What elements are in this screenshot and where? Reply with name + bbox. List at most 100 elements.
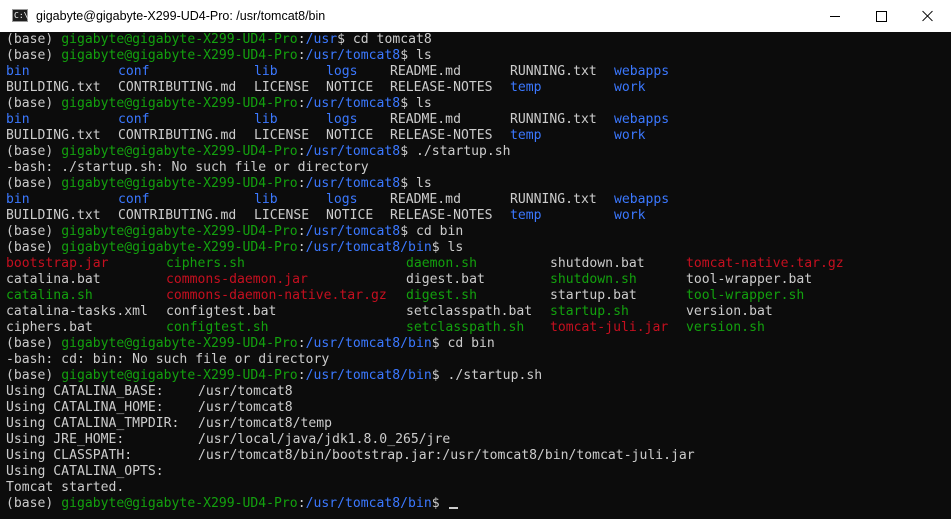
ls-output-row: bin conf lib logs README.md RUNNING.txt webapp… bbox=[6, 64, 951, 80]
ls-entry: webapps bbox=[614, 64, 670, 79]
ls-output-row: catalina-tasks.xml configtest.bat setclass… bbox=[6, 304, 951, 320]
env-label: Using CATALINA_HOME: bbox=[6, 400, 164, 415]
ls-entry: conf bbox=[118, 64, 150, 79]
ls-output-row: BUILDING.txt CONTRIBUTING.md LICENSE NOTICE… bbox=[6, 80, 951, 96]
ls-entry: BUILDING.txt bbox=[6, 128, 101, 143]
env-label: Using CATALINA_BASE: bbox=[6, 384, 164, 399]
prompt-line: (base) gigabyte@gigabyte-X299-UD4-Pro:/u… bbox=[6, 48, 951, 64]
prompt-dollar: $ bbox=[337, 32, 353, 47]
ls-entry: version.sh bbox=[686, 320, 765, 335]
title-bar[interactable]: C:\ gigabyte@gigabyte-X299-UD4-Pro: /usr… bbox=[0, 0, 951, 32]
ls-output-row: bin conf lib logs README.md RUNNING.txt webapp… bbox=[6, 112, 951, 128]
close-icon bbox=[922, 10, 934, 22]
ls-entry: daemon.sh bbox=[406, 256, 477, 271]
ls-entry: NOTICE bbox=[326, 208, 374, 223]
prompt-dollar: $ bbox=[431, 336, 448, 351]
prompt-path: /usr/tomcat8 bbox=[305, 48, 401, 63]
close-button[interactable] bbox=[905, 0, 951, 32]
ls-entry: bootstrap.jar bbox=[6, 256, 109, 271]
prompt-colon: : bbox=[297, 96, 306, 111]
startup-output-line: Using CATALINA_BASE: /usr/tomcat8 bbox=[6, 384, 951, 400]
ls-entry: tomcat-juli.jar bbox=[550, 320, 669, 335]
prompt-line-active[interactable]: (base) gigabyte@gigabyte-X299-UD4-Pro:/u… bbox=[6, 496, 951, 512]
minimize-button[interactable] bbox=[812, 0, 858, 32]
error-text: -bash: cd: bin: No such file or director… bbox=[6, 352, 330, 367]
prompt-env: (base) bbox=[6, 496, 62, 511]
prompt-user-host: gigabyte@gigabyte-X299-UD4-Pro bbox=[61, 496, 298, 511]
prompt-dollar: $ bbox=[431, 368, 448, 383]
terminal-window: C:\ gigabyte@gigabyte-X299-UD4-Pro: /usr… bbox=[0, 0, 951, 519]
env-value: /usr/tomcat8/temp bbox=[198, 416, 333, 431]
prompt-path: /usr/tomcat8/bin bbox=[305, 368, 432, 383]
command-text: ./startup.sh bbox=[447, 368, 543, 383]
ls-entry: digest.sh bbox=[406, 288, 477, 303]
command-text: ls bbox=[415, 96, 432, 111]
prompt-line: (base) gigabyte@gigabyte-X299-UD4-Pro:/u… bbox=[6, 176, 951, 192]
ls-entry: logs bbox=[326, 192, 358, 207]
command-text: cd bin bbox=[415, 224, 464, 239]
ls-entry: RELEASE-NOTES bbox=[390, 208, 493, 223]
prompt-colon: : bbox=[297, 48, 306, 63]
ls-entry: startup.sh bbox=[550, 304, 629, 319]
ls-entry: setclasspath.bat bbox=[406, 304, 533, 319]
prompt-colon: : bbox=[297, 224, 306, 239]
ls-entry: catalina-tasks.xml bbox=[6, 304, 148, 319]
ls-entry: NOTICE bbox=[326, 128, 374, 143]
command-text: cd tomcat8 bbox=[352, 32, 432, 47]
ls-entry: RUNNING.txt bbox=[510, 112, 597, 127]
window-title: gigabyte@gigabyte-X299-UD4-Pro: /usr/tom… bbox=[36, 9, 326, 23]
ls-entry: configtest.sh bbox=[166, 320, 269, 335]
ls-entry: RELEASE-NOTES bbox=[390, 128, 493, 143]
ls-entry: lib bbox=[254, 112, 278, 127]
prompt-user-host: gigabyte@gigabyte-X299-UD4-Pro bbox=[61, 336, 298, 351]
prompt-user-host: gigabyte@gigabyte-X299-UD4-Pro bbox=[61, 176, 298, 191]
ls-entry: logs bbox=[326, 112, 358, 127]
ls-entry: LICENSE bbox=[254, 128, 310, 143]
prompt-env: (base) bbox=[6, 144, 62, 159]
ls-entry: work bbox=[614, 128, 646, 143]
ls-entry: RELEASE-NOTES bbox=[390, 80, 493, 95]
env-label: Using CATALINA_TMPDIR: bbox=[6, 416, 180, 431]
prompt-line: (base) gigabyte@gigabyte-X299-UD4-Pro:/u… bbox=[6, 240, 951, 256]
prompt-env: (base) bbox=[6, 240, 62, 255]
prompt-dollar: $ bbox=[400, 144, 416, 159]
ls-entry: webapps bbox=[614, 192, 670, 207]
ls-entry: NOTICE bbox=[326, 80, 374, 95]
prompt-line: (base) gigabyte@gigabyte-X299-UD4-Pro:/u… bbox=[6, 144, 951, 160]
prompt-user-host: gigabyte@gigabyte-X299-UD4-Pro bbox=[61, 224, 298, 239]
startup-output-line: Using CATALINA_HOME: /usr/tomcat8 bbox=[6, 400, 951, 416]
ls-entry: commons-daemon-native.tar.gz bbox=[166, 288, 387, 303]
prompt-user-host: gigabyte@gigabyte-X299-UD4-Pro bbox=[61, 368, 298, 383]
env-value: /usr/tomcat8/bin/bootstrap.jar:/usr/tomc… bbox=[198, 448, 695, 463]
ls-output-row: bin conf lib logs README.md RUNNING.txt webapp… bbox=[6, 192, 951, 208]
command-text: ls bbox=[415, 176, 432, 191]
prompt-user-host: gigabyte@gigabyte-X299-UD4-Pro bbox=[61, 144, 298, 159]
prompt-env: (base) bbox=[6, 368, 62, 383]
ls-entry: temp bbox=[510, 208, 542, 223]
prompt-line: (base) gigabyte@gigabyte-X299-UD4-Pro:/u… bbox=[6, 336, 951, 352]
prompt-dollar: $ bbox=[431, 496, 448, 511]
ls-entry: tool-wrapper.sh bbox=[686, 288, 805, 303]
ls-output-row: ciphers.bat configtest.sh setclasspath.sh t… bbox=[6, 320, 951, 336]
terminal-output[interactable]: (base) gigabyte@gigabyte-X299-UD4-Pro:/u… bbox=[0, 32, 951, 519]
maximize-button[interactable] bbox=[858, 0, 904, 32]
minimize-icon bbox=[830, 15, 840, 17]
error-text: -bash: ./startup.sh: No such file or dir… bbox=[6, 160, 369, 175]
prompt-user-host: gigabyte@gigabyte-X299-UD4-Pro bbox=[61, 240, 298, 255]
prompt-env: (base) bbox=[6, 48, 62, 63]
ls-entry: BUILDING.txt bbox=[6, 208, 101, 223]
prompt-path: /usr/tomcat8/bin bbox=[305, 240, 432, 255]
ls-entry: temp bbox=[510, 128, 542, 143]
prompt-colon: : bbox=[297, 144, 306, 159]
error-line: -bash: cd: bin: No such file or director… bbox=[6, 352, 951, 368]
prompt-path: /usr bbox=[305, 32, 338, 47]
command-text: ./startup.sh bbox=[415, 144, 511, 159]
ls-entry: logs bbox=[326, 64, 358, 79]
prompt-path: /usr/tomcat8/bin bbox=[305, 496, 432, 511]
ls-entry: README.md bbox=[390, 192, 461, 207]
prompt-colon: : bbox=[297, 336, 306, 351]
ls-entry: bin bbox=[6, 64, 30, 79]
ls-entry: conf bbox=[118, 112, 150, 127]
prompt-user-host: gigabyte@gigabyte-X299-UD4-Pro bbox=[61, 48, 298, 63]
ls-entry: digest.bat bbox=[406, 272, 485, 287]
